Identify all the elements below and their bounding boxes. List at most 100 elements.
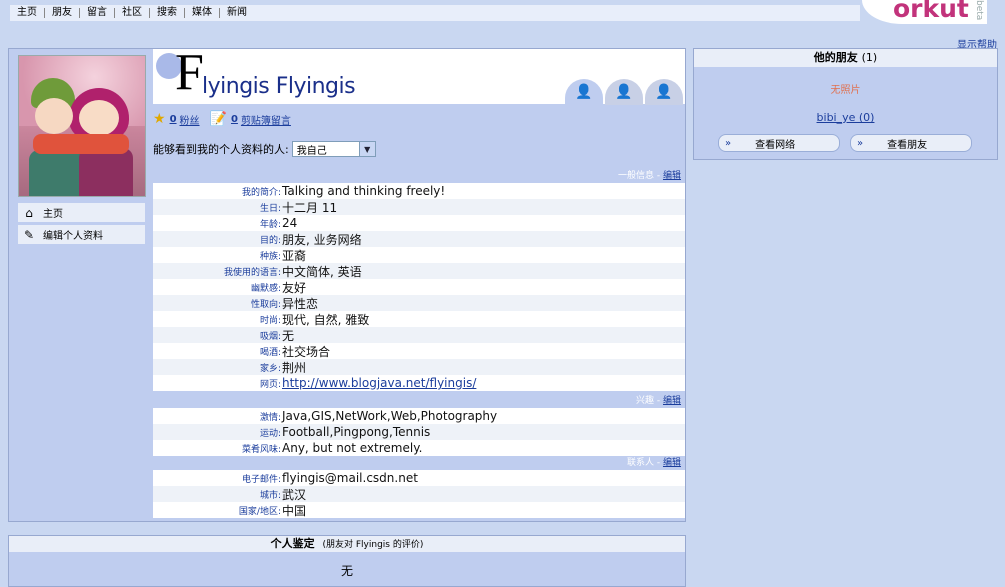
profile-field-value: 中国 (282, 503, 307, 518)
section-header: 一般信息 - 编辑 (617, 171, 681, 181)
friend-link[interactable]: bibi_ye (0) (694, 111, 997, 124)
general-info-section: 一般信息 - 编辑 我的简介: Talking and thinking free… (153, 170, 685, 391)
visibility-setting: 能够看到我的个人资料的人: 我自己 ▼ (153, 141, 376, 157)
fans-scraps-bar: ★ 0 粉丝 📝 0 剪贴簿留言 (153, 111, 301, 127)
nav-search[interactable]: 搜索 (150, 8, 185, 18)
edit-general-link[interactable]: 编辑 (663, 171, 681, 181)
menu-item-edit-profile[interactable]: ✎ 编辑个人资料 (18, 225, 145, 244)
view-friends-label: 查看朋友 (887, 139, 928, 151)
scraps-count[interactable]: 0 (231, 114, 238, 125)
profile-field-value: 无 (282, 328, 295, 343)
double-chevron-icon: » (857, 137, 864, 149)
fans-link[interactable]: 粉丝 (180, 112, 200, 127)
profile-field-value: Any, but not extremely. (282, 441, 423, 455)
testimonials-empty: 无 (340, 564, 353, 578)
profile-row: 目的: 朋友, 业务网络 (153, 231, 685, 247)
friends-title: 他的朋友 (813, 51, 858, 64)
testimonials-header: 个人鉴定 (朋友对 Flyingis 的评价) (9, 536, 685, 552)
section-title: 联系人 (626, 458, 654, 468)
top-bar: 主页 朋友 留言 社区 搜索 媒体 新闻 (0, 0, 870, 22)
view-network-button[interactable]: » 查看网络 (718, 134, 840, 152)
profile-field-value: 武汉 (282, 487, 307, 502)
profile-row: 种族: 亚裔 (153, 247, 685, 263)
section-title: 兴趣 (635, 396, 654, 406)
tab-fans[interactable]: 👤 (645, 79, 683, 105)
profile-field-label: 网页: (259, 379, 281, 390)
menu-item-label: 主页 (43, 209, 63, 220)
profile-field-label: 种族: (259, 251, 281, 262)
profile-field-label: 吸烟: (259, 331, 281, 342)
visibility-select[interactable]: 我自己 ▼ (291, 141, 376, 157)
interests-rows: 激情: Java,GIS,NetWork,Web,Photography 运动: Fo… (153, 408, 685, 456)
profile-field-value: 异性恋 (282, 296, 319, 311)
profile-field-label: 性取向: (250, 299, 281, 310)
profile-field-value: 中文简体, 英语 (282, 264, 362, 279)
friends-icon: 👤 (615, 84, 633, 100)
profile-field-value: Talking and thinking freely! (282, 184, 446, 198)
view-network-label: 查看网络 (755, 139, 796, 151)
profile-field-value: 现代, 自然, 雅致 (282, 312, 370, 327)
profile-name: lyingis Flyingis (202, 74, 356, 99)
nav-media[interactable]: 媒体 (185, 8, 220, 18)
double-chevron-icon: » (725, 137, 732, 149)
tab-profile[interactable]: 👤 (565, 79, 603, 105)
profile-field-label: 目的: (259, 235, 281, 246)
profile-field-value: flyingis@mail.csdn.net (282, 471, 418, 485)
edit-contact-link[interactable]: 编辑 (663, 458, 681, 468)
profile-name-bar: F lyingis Flyingis 👤 👤 👤 (153, 45, 685, 105)
beta-label: beta (974, 0, 984, 21)
profile-field-value: Football,Pingpong,Tennis (282, 425, 431, 439)
menu-item-label: 编辑个人资料 (43, 231, 103, 242)
edit-interests-link[interactable]: 编辑 (663, 396, 681, 406)
profile-row: 生日: 十二月 11 (153, 199, 685, 215)
profile-row: 喝酒: 社交场合 (153, 343, 685, 359)
view-friends-button[interactable]: » 查看朋友 (850, 134, 972, 152)
nav-friends[interactable]: 朋友 (45, 8, 80, 18)
profile-row: 城市: 武汉 (153, 486, 685, 502)
tab-friends[interactable]: 👤 (605, 79, 643, 105)
profile-field-value: http://www.blogjava.net/flyingis/ (281, 376, 476, 390)
profile-field-label: 国家/地区: (238, 506, 281, 517)
profile-row: 幽默感: 友好 (153, 279, 685, 295)
edit-profile-icon: ✎ (23, 227, 35, 242)
section-header: 联系人 - 编辑 (626, 458, 681, 468)
visibility-value: 我自己 (296, 145, 327, 157)
nav-home[interactable]: 主页 (10, 8, 45, 18)
scraps-link[interactable]: 剪贴簿留言 (241, 112, 291, 127)
friends-panel: 他的朋友 (1) 无照片 bibi_ye (0) » 查看网络 » 查看朋友 (693, 48, 998, 160)
profile-field-label: 时尚: (259, 315, 281, 326)
profile-row: 菜肴风味: Any, but not extremely. (153, 440, 685, 456)
profile-field-label: 我使用的语言: (223, 267, 281, 278)
profile-initial: F (175, 44, 204, 101)
profile-field-value: 十二月 11 (282, 200, 338, 215)
profile-row: 激情: Java,GIS,NetWork,Web,Photography (153, 408, 685, 424)
profile-panel: ⌂ 主页 ✎ 编辑个人资料 F lyingis Flyingis 👤 👤 👤 ★… (8, 45, 686, 522)
fans-count[interactable]: 0 (170, 114, 177, 125)
profile-field-label: 菜肴风味: (241, 444, 281, 455)
profile-field-label: 家乡: (259, 363, 281, 374)
testimonials-title: 个人鉴定 (270, 537, 315, 550)
profile-field-label: 我的简介: (241, 187, 281, 198)
profile-row: 吸烟: 无 (153, 327, 685, 343)
nav-news[interactable]: 新闻 (220, 8, 254, 18)
orkut-logo[interactable]: orkut (893, 0, 969, 23)
section-header: 兴趣 - 编辑 (635, 396, 681, 406)
top-nav: 主页 朋友 留言 社区 搜索 媒体 新闻 (10, 5, 860, 21)
profile-field-label: 激情: (259, 412, 281, 423)
profile-photo[interactable] (18, 55, 146, 197)
profile-row: 电子邮件: flyingis@mail.csdn.net (153, 470, 685, 486)
profile-field-label: 运动: (259, 428, 281, 439)
profile-field-label: 幽默感: (250, 283, 281, 294)
fans-icon: 👤 (655, 84, 673, 100)
profile-field-value: 亚裔 (282, 248, 307, 263)
nav-communities[interactable]: 社区 (115, 8, 150, 18)
friends-count: (1) (861, 51, 878, 64)
chevron-down-icon[interactable]: ▼ (358, 142, 375, 156)
profile-row: 网页: http://www.blogjava.net/flyingis/ (153, 375, 685, 391)
scrapbook-icon: 📝 (209, 111, 227, 127)
homepage-link[interactable]: http://www.blogjava.net/flyingis/ (282, 376, 476, 390)
profile-field-label: 城市: (259, 490, 281, 501)
menu-item-home[interactable]: ⌂ 主页 (18, 203, 145, 222)
nav-scrapbook[interactable]: 留言 (80, 8, 115, 18)
profile-row: 我使用的语言: 中文简体, 英语 (153, 263, 685, 279)
